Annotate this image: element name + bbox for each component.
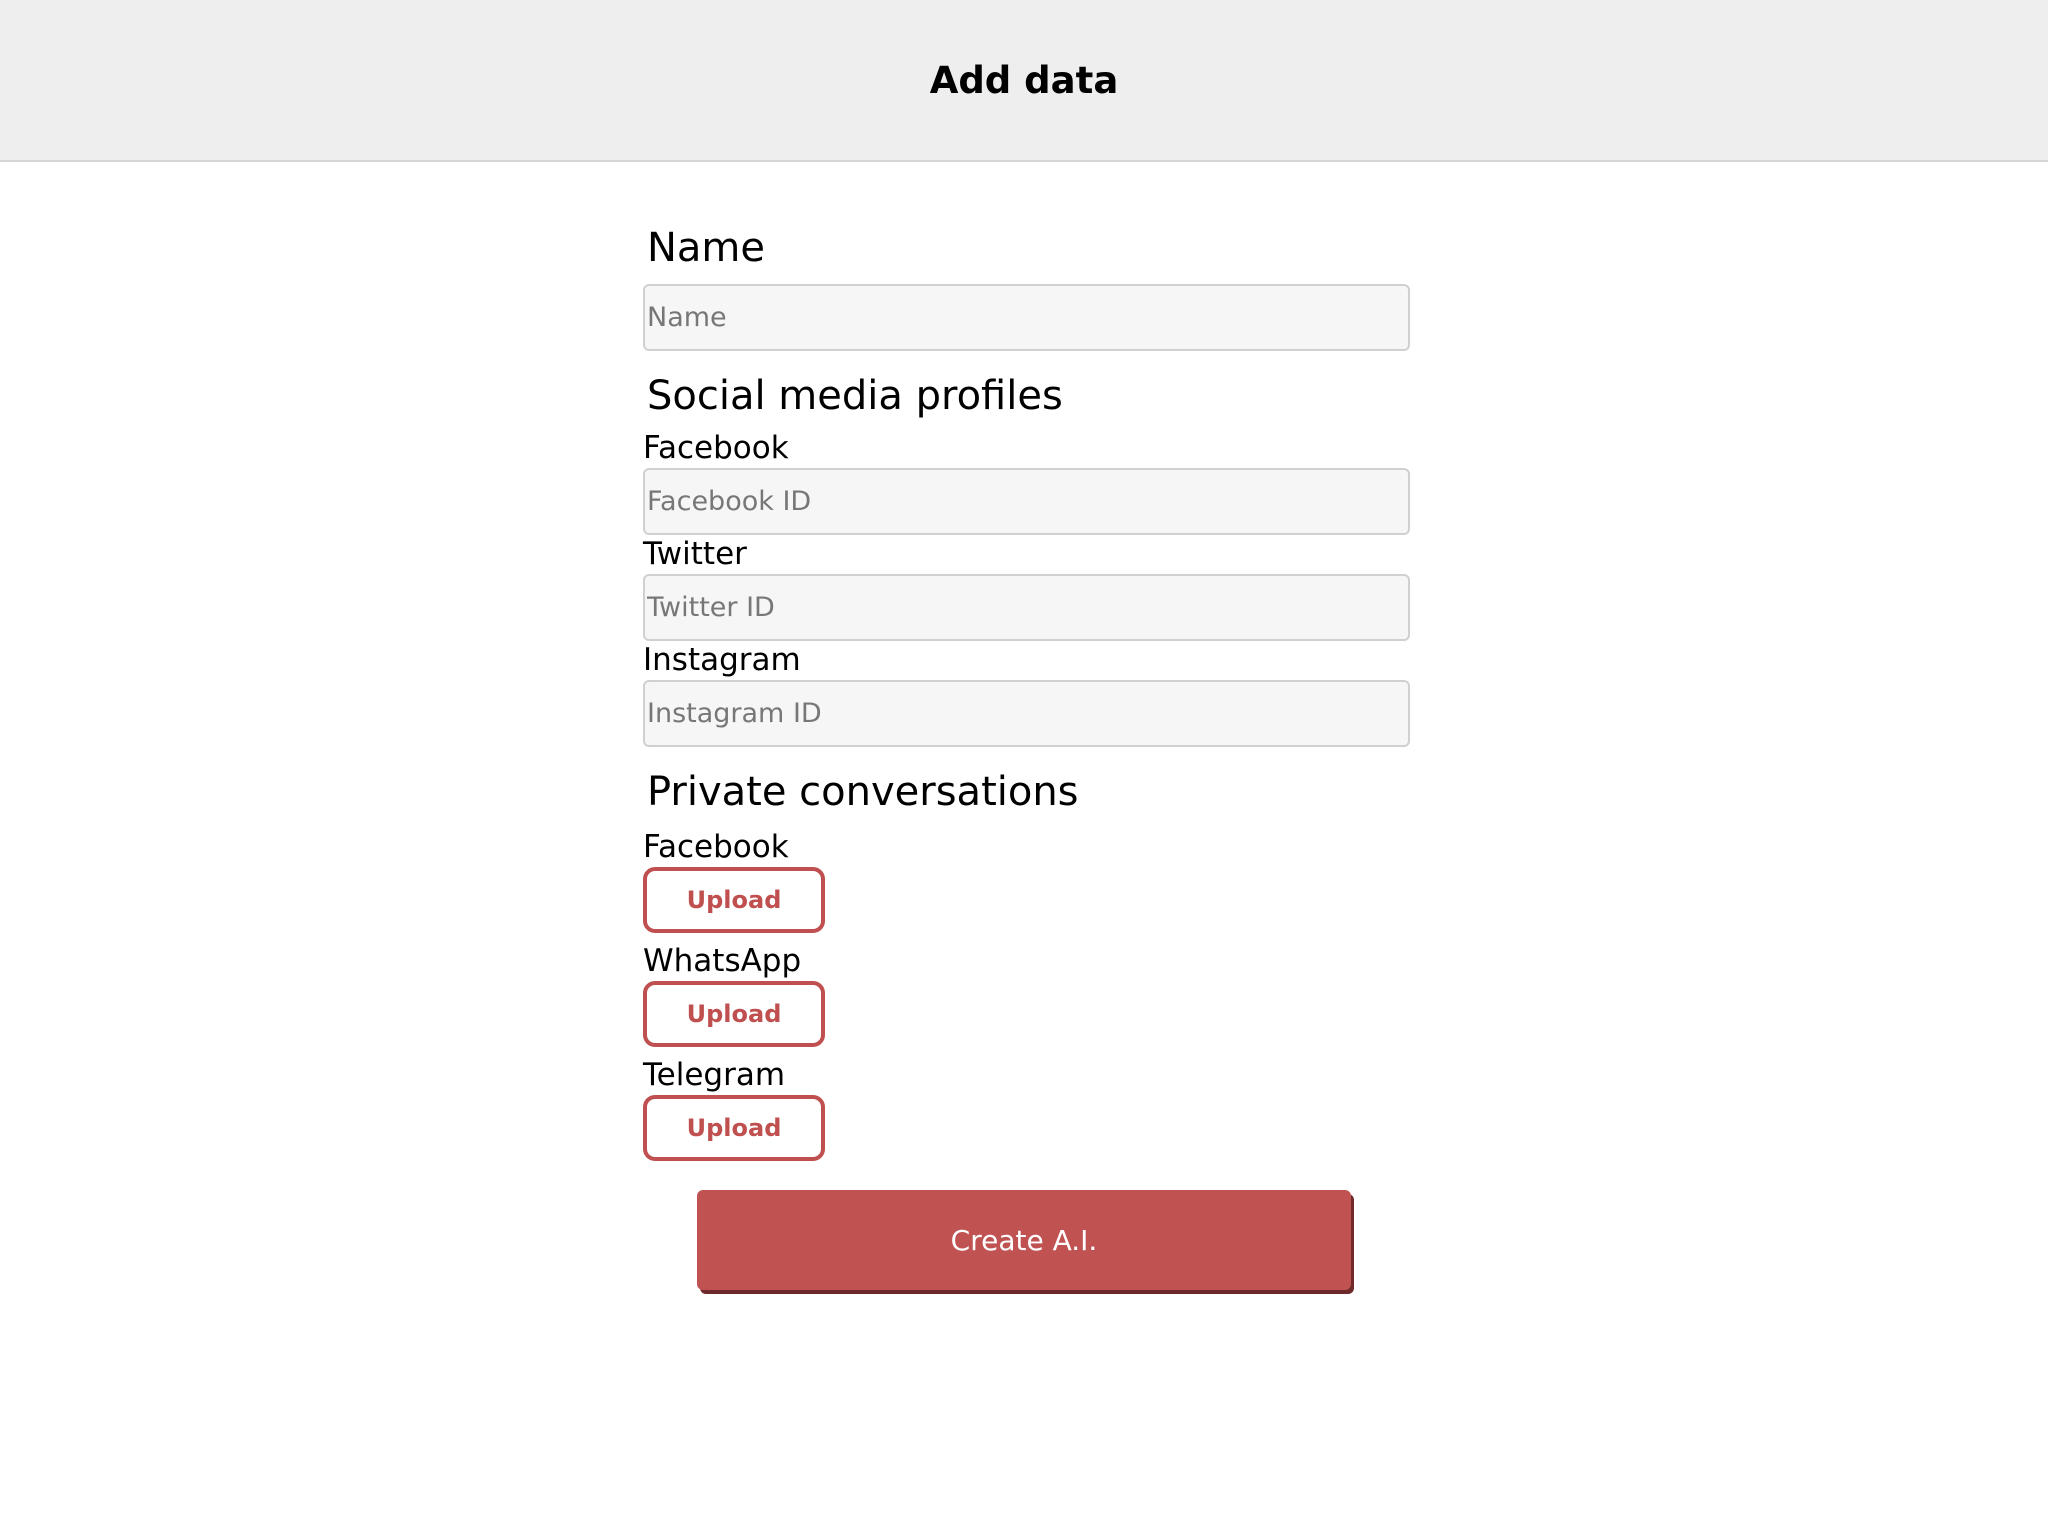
private-conversations-heading: Private conversations bbox=[647, 769, 1079, 815]
twitter-profile-label: Twitter bbox=[643, 536, 747, 572]
whatsapp-upload-button[interactable]: Upload bbox=[643, 981, 825, 1047]
telegram-upload-button[interactable]: Upload bbox=[643, 1095, 825, 1161]
telegram-conversation-label: Telegram bbox=[643, 1057, 786, 1093]
facebook-upload-button[interactable]: Upload bbox=[643, 867, 825, 933]
facebook-conversation-label: Facebook bbox=[643, 829, 789, 865]
facebook-id-input[interactable] bbox=[643, 468, 1410, 535]
whatsapp-conversation-label: WhatsApp bbox=[643, 943, 802, 979]
instagram-id-input[interactable] bbox=[643, 680, 1410, 747]
page-title: Add data bbox=[929, 59, 1119, 102]
facebook-profile-label: Facebook bbox=[643, 430, 789, 466]
instagram-profile-label: Instagram bbox=[643, 642, 801, 678]
twitter-id-input[interactable] bbox=[643, 574, 1410, 641]
create-ai-button[interactable]: Create A.I. bbox=[697, 1190, 1351, 1290]
page-header: Add data bbox=[0, 0, 2048, 162]
name-input[interactable] bbox=[643, 284, 1410, 351]
social-media-heading: Social media profiles bbox=[647, 373, 1063, 419]
name-heading: Name bbox=[647, 225, 766, 271]
